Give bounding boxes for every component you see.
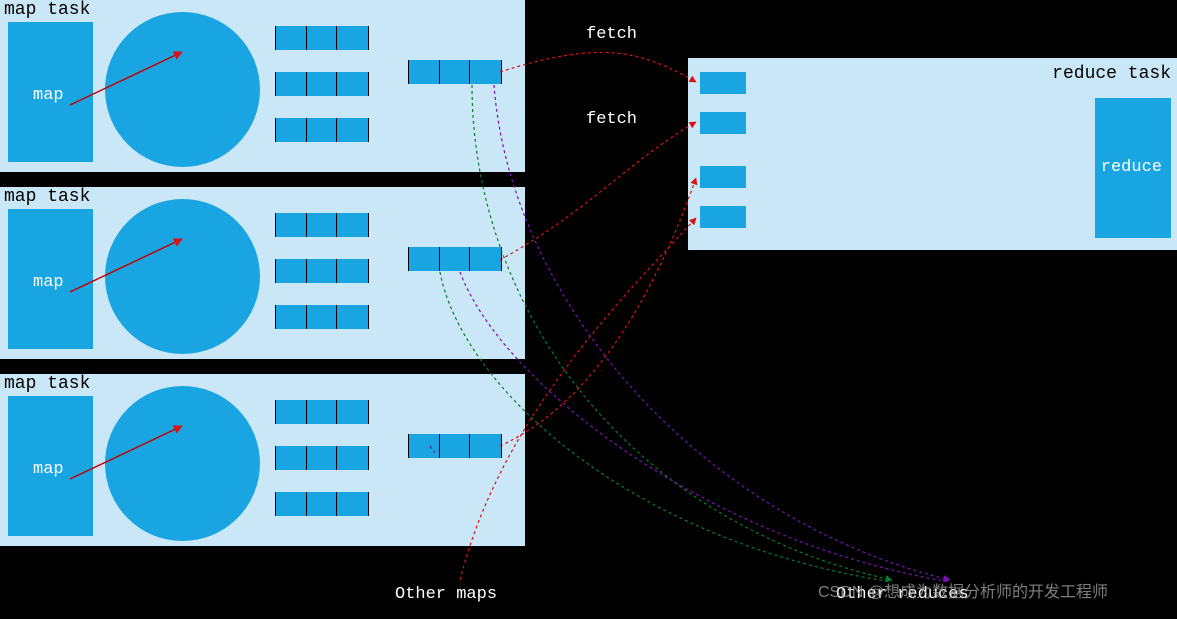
buffer-circle-3 bbox=[105, 386, 260, 541]
map-task-panel-1: map task map bbox=[0, 0, 525, 172]
merged-output-3 bbox=[408, 434, 502, 458]
reduce-task-panel: reduce task reduce bbox=[688, 58, 1177, 250]
fetched-input-3 bbox=[700, 166, 746, 188]
fetch-arrow-3 bbox=[500, 178, 696, 446]
partition-row-1b bbox=[275, 72, 369, 96]
fetched-input-4 bbox=[700, 206, 746, 228]
map-task-title-3: map task bbox=[4, 374, 90, 394]
partition-row-3c bbox=[275, 492, 369, 516]
partition-row-2c bbox=[275, 305, 369, 329]
merged-output-1 bbox=[408, 60, 502, 84]
merged-output-2 bbox=[408, 247, 502, 271]
fetch-label-1: fetch bbox=[586, 25, 637, 44]
reduce-task-title: reduce task bbox=[1052, 64, 1171, 84]
fetched-input-1 bbox=[700, 72, 746, 94]
partition-row-1c bbox=[275, 118, 369, 142]
partition-row-3b bbox=[275, 446, 369, 470]
map-rect-label-2: map bbox=[33, 273, 64, 292]
reduce-rect-label: reduce bbox=[1101, 158, 1162, 177]
map-task-panel-2: map task map bbox=[0, 187, 525, 359]
map-rect-label-3: map bbox=[33, 460, 64, 479]
fetch-arrow-2 bbox=[500, 122, 696, 260]
fetch-arrow-1 bbox=[500, 52, 696, 82]
map-task-panel-3: map task map bbox=[0, 374, 525, 546]
fetch-label-2: fetch bbox=[586, 110, 637, 129]
other-reduce-arrow-purple-2 bbox=[460, 272, 950, 582]
partition-row-1a bbox=[275, 26, 369, 50]
buffer-circle-1 bbox=[105, 12, 260, 167]
partition-row-2a bbox=[275, 213, 369, 237]
map-rect-label-1: map bbox=[33, 86, 64, 105]
other-maps-label: Other maps bbox=[395, 585, 497, 604]
fetched-input-2 bbox=[700, 112, 746, 134]
map-task-title-1: map task bbox=[4, 0, 90, 20]
partition-row-3a bbox=[275, 400, 369, 424]
partition-row-2b bbox=[275, 259, 369, 283]
watermark: CSDN @想成为数据分析师的开发工程师 bbox=[818, 578, 1108, 602]
buffer-circle-2 bbox=[105, 199, 260, 354]
map-task-title-2: map task bbox=[4, 187, 90, 207]
